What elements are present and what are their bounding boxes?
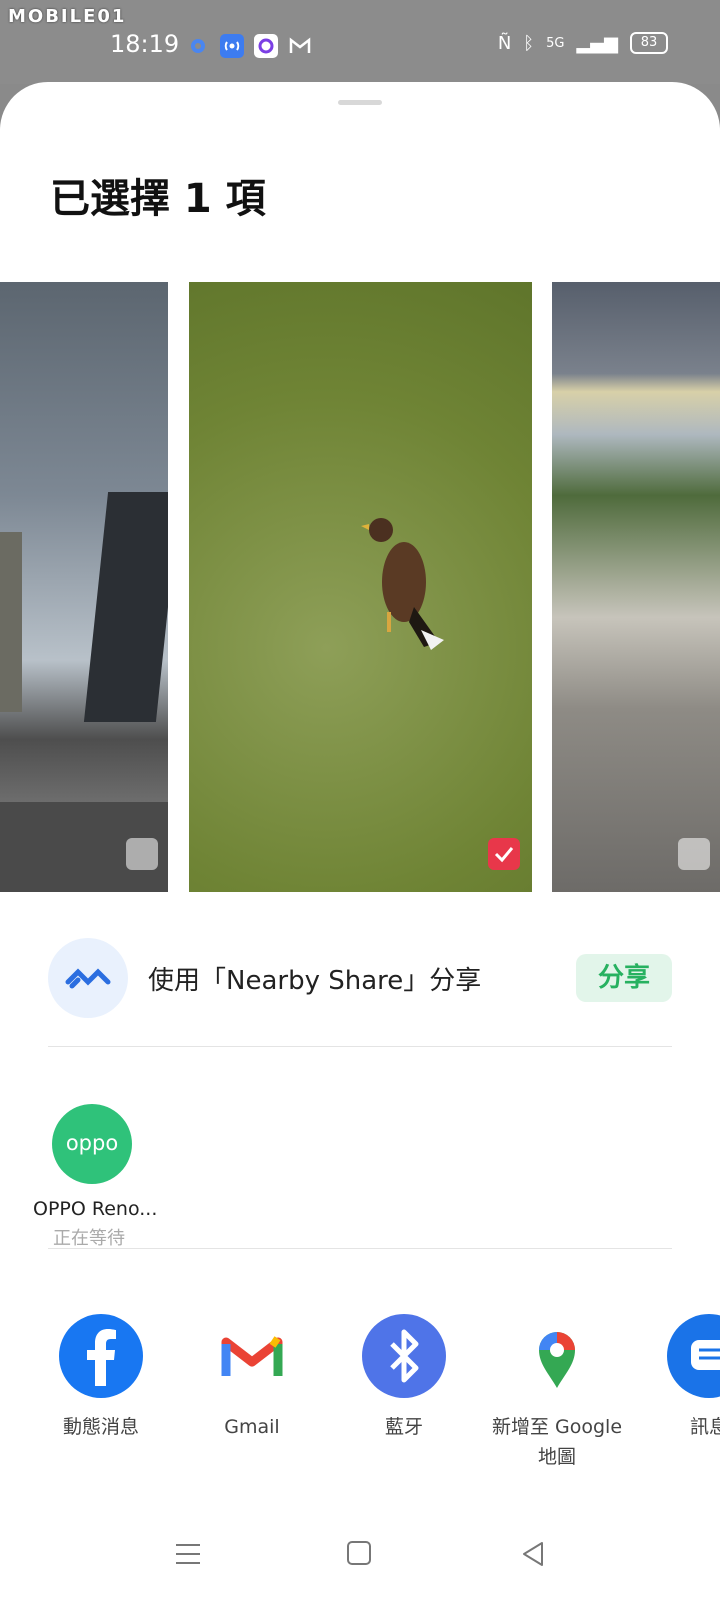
nearby-share-icon [48,938,128,1018]
network-label: 5G [546,35,565,51]
selection-title: 已選擇 1 項 [50,176,266,222]
photo-thumbnail-selected[interactable] [189,282,532,892]
device-status: 正在等待 [53,1228,125,1249]
checked-box[interactable] [488,838,520,870]
unchecked-box[interactable] [126,838,158,870]
divider [48,1046,672,1047]
home-nav-icon[interactable] [346,1540,372,1566]
nfc-icon: Ñ [497,32,512,54]
gmail-icon [210,1314,294,1398]
photo-strip[interactable] [0,282,720,892]
signal-icon: ▂▄▆ [576,32,618,54]
menu-nav-icon[interactable] [174,1542,202,1566]
app-label: 新增至 Google 地圖 [491,1416,623,1468]
battery-indicator: 83 [630,32,668,54]
app-target-facebook[interactable]: 動態消息 [26,1314,176,1442]
app-label: Gmail [224,1416,280,1438]
app-targets: 動態消息 Gmail 藍牙 新增至 Google 地圖 訊息 [0,1314,720,1494]
app-notification-icon [254,34,278,58]
watermark: MOBILE01 [8,6,127,27]
app-label: 藍牙 [384,1416,423,1438]
app-target-google-maps[interactable]: 新增至 Google 地圖 [482,1314,632,1472]
drag-handle[interactable] [338,100,382,105]
share-sheet: 已選擇 1 項 使用「Nearby Share」分享 分享 oppo OPPO … [0,82,720,1600]
bluetooth-icon [362,1314,446,1398]
status-bar: MOBILE01 18:19 Ñ ᛒ 5G ▂▄▆ 83 [0,0,720,84]
navigation-bar [0,1520,720,1600]
google-maps-icon [515,1314,599,1398]
device-name: OPPO Reno... [33,1198,158,1220]
share-button[interactable]: 分享 [576,954,672,1002]
app-target-bluetooth[interactable]: 藍牙 [329,1314,479,1442]
photo-thumbnail[interactable] [552,282,720,892]
facebook-icon [59,1314,143,1398]
back-nav-icon[interactable] [520,1540,546,1568]
app-target-messages[interactable]: 訊息 [634,1314,720,1442]
app-label: 動態消息 [62,1416,139,1438]
nearby-share-label: 使用「Nearby Share」分享 [148,966,482,996]
app-target-gmail[interactable]: Gmail [177,1314,327,1442]
status-time: 18:19 [110,30,180,58]
nearby-share-row[interactable]: 使用「Nearby Share」分享 分享 [0,928,720,1028]
bluetooth-status-icon: ᛒ [523,32,535,54]
settings-icon [186,34,210,58]
gmail-notification-icon [288,34,312,58]
hotspot-icon [220,34,244,58]
unchecked-box[interactable] [678,838,710,870]
messages-icon [667,1314,720,1398]
oppo-device-icon: oppo [52,1104,132,1184]
app-label: 訊息 [689,1416,720,1438]
photo-thumbnail[interactable] [0,282,168,892]
hawk-photo [359,512,449,652]
divider [48,1248,672,1249]
status-icons: Ñ ᛒ 5G ▂▄▆ 83 [498,32,668,54]
